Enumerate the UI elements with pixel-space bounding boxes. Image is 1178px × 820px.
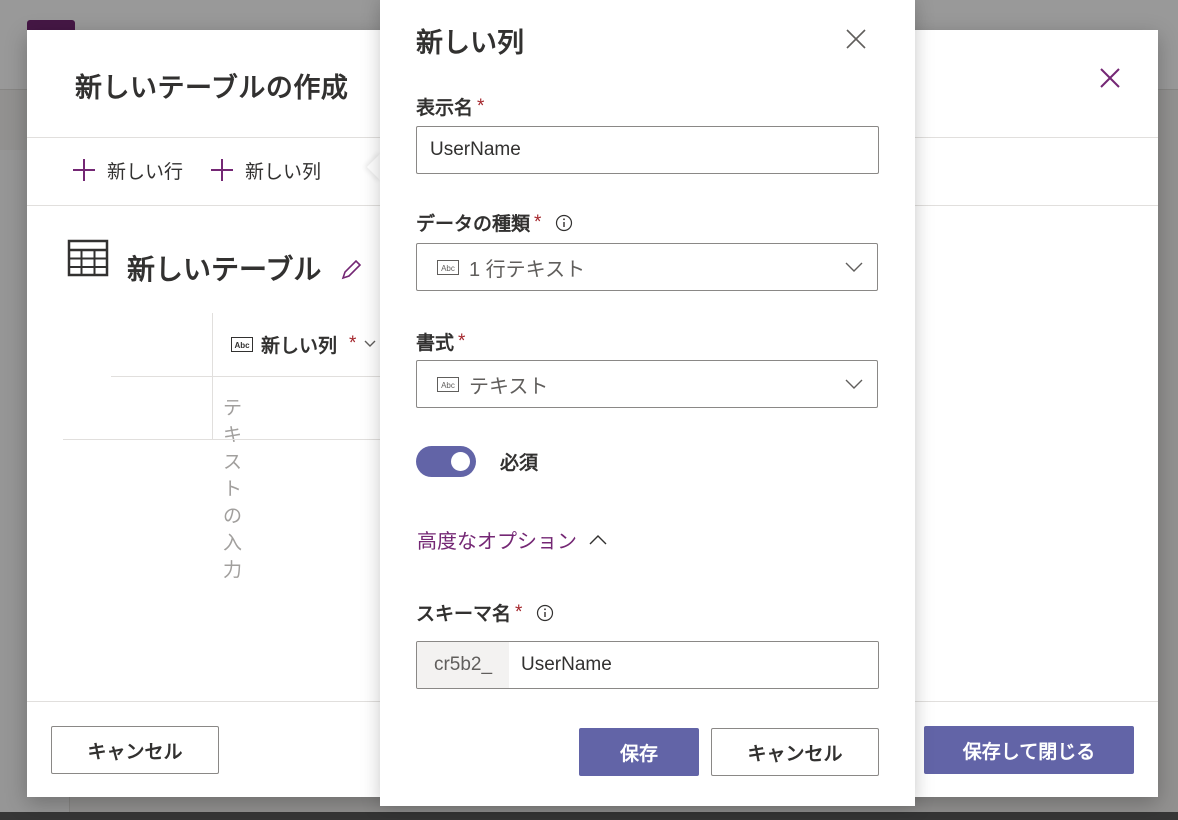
display-name-label: 表示名 * <box>416 93 484 120</box>
new-column-label: 新しい列 <box>245 161 322 183</box>
chevron-down-icon <box>845 379 863 389</box>
data-type-label-text: データの種類 <box>416 214 531 235</box>
svg-text:Abc: Abc <box>441 264 455 273</box>
advanced-options-toggle[interactable]: 高度なオプション <box>417 525 607 554</box>
new-row-label: 新しい行 <box>107 161 184 183</box>
table-title: 新しいテーブル <box>127 254 322 285</box>
schema-name-field: cr5b2_ <box>416 641 879 689</box>
dialog-title: 新しいテーブルの作成 <box>75 73 349 103</box>
chevron-down-icon[interactable] <box>364 340 376 348</box>
format-label: 書式 * <box>416 328 465 355</box>
required-mark: * <box>477 95 485 117</box>
plus-icon <box>211 159 234 181</box>
schema-name-label: スキーマ名 * <box>416 599 554 626</box>
close-icon[interactable] <box>1096 64 1124 92</box>
column-header-label: 新しい列 <box>261 335 338 357</box>
display-name-label-text: 表示名 <box>416 98 474 119</box>
toggle-knob <box>451 452 470 471</box>
required-toggle[interactable] <box>416 446 476 477</box>
info-icon[interactable] <box>536 604 554 622</box>
data-type-value: 1 行テキスト <box>469 258 586 281</box>
data-type-label: データの種類 * <box>416 209 573 236</box>
abc-text-icon: Abc <box>437 376 459 392</box>
format-value: テキスト <box>469 375 549 398</box>
panel-title: 新しい列 <box>416 28 524 58</box>
grid-line <box>111 376 411 377</box>
chevron-up-icon <box>589 534 607 544</box>
pencil-icon[interactable] <box>339 258 363 282</box>
advanced-options-link[interactable]: 高度なオプション <box>417 525 577 554</box>
required-toggle-row: 必須 <box>416 446 538 477</box>
required-mark: * <box>515 601 523 623</box>
required-toggle-label: 必須 <box>500 453 539 474</box>
cell-placeholder[interactable]: テキストの入力 <box>223 393 242 582</box>
abc-text-icon: Abc <box>437 259 459 275</box>
schema-prefix: cr5b2_ <box>417 642 509 688</box>
required-mark: * <box>534 211 542 233</box>
abc-text-icon: Abc <box>231 336 253 352</box>
table-heading: 新しいテーブル <box>67 230 363 288</box>
new-column-panel: 新しい列 表示名 * データの種類 * Abc 1 行テキスト 書式 * <box>380 0 915 806</box>
close-icon[interactable] <box>845 28 867 50</box>
chevron-down-icon <box>845 262 863 272</box>
info-icon[interactable] <box>555 214 573 232</box>
schema-name-label-text: スキーマ名 <box>416 604 512 625</box>
format-dropdown[interactable]: Abc テキスト <box>416 360 878 408</box>
schema-name-input[interactable] <box>509 642 878 688</box>
command-bar: 新しい行 新しい列 <box>71 148 321 192</box>
format-label-text: 書式 <box>416 333 455 354</box>
cancel-button[interactable]: キャンセル <box>51 726 219 774</box>
data-type-dropdown[interactable]: Abc 1 行テキスト <box>416 243 878 291</box>
new-column-button[interactable]: 新しい列 <box>209 157 321 184</box>
required-mark: * <box>349 333 357 354</box>
save-button[interactable]: 保存 <box>579 728 699 776</box>
grid-line <box>63 439 423 440</box>
svg-text:Abc: Abc <box>234 341 250 350</box>
required-mark: * <box>458 330 466 352</box>
svg-text:Abc: Abc <box>441 381 455 390</box>
cancel-button[interactable]: キャンセル <box>711 728 879 776</box>
table-icon <box>67 239 109 277</box>
display-name-input[interactable] <box>416 126 879 174</box>
new-row-button[interactable]: 新しい行 <box>71 157 183 184</box>
plus-icon <box>73 159 95 181</box>
save-and-close-button[interactable]: 保存して閉じる <box>924 726 1134 774</box>
